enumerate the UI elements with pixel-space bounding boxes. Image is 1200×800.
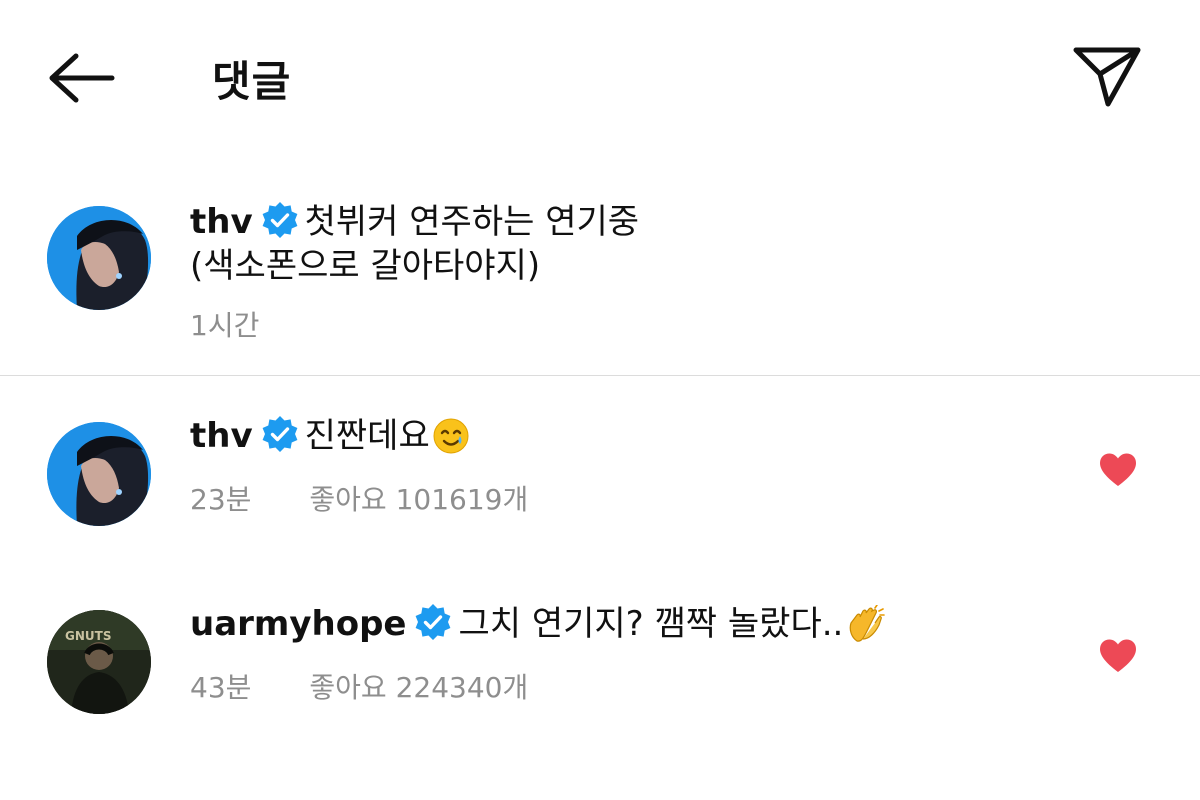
comment-time: 23분 bbox=[190, 483, 252, 516]
caption-line-2: (색소폰으로 갈아타야지) bbox=[190, 246, 541, 286]
verified-badge-icon bbox=[261, 415, 299, 453]
heart-icon bbox=[1100, 453, 1136, 486]
avatar[interactable] bbox=[47, 206, 151, 310]
verified-badge-icon bbox=[261, 201, 299, 239]
post-caption: thv 첫뷔커 연주하는 연기중 (색소폰으로 갈아타야지) 1시간 bbox=[0, 190, 1200, 376]
smiling-face-with-tear-icon bbox=[432, 417, 470, 466]
divider bbox=[0, 375, 1200, 376]
like-count[interactable]: 좋아요 224340개 bbox=[309, 671, 528, 704]
clapping-hands-icon bbox=[845, 604, 886, 654]
comment-meta: 43분 좋아요 224340개 bbox=[190, 666, 528, 706]
paper-plane-icon bbox=[1073, 47, 1141, 107]
like-count[interactable]: 좋아요 101619개 bbox=[309, 483, 528, 516]
like-button[interactable] bbox=[1098, 638, 1138, 674]
profile-photo bbox=[47, 206, 151, 310]
comment-time: 43분 bbox=[190, 671, 252, 704]
comment-item: thv 진짠데요 23분 좋아요 101619개 bbox=[0, 404, 1200, 554]
back-button[interactable] bbox=[46, 50, 116, 106]
comment-item: GNUTS uarmyhope 그치 연기지? 깸짝 놀랐다.. 43분 좋아요 2… bbox=[0, 592, 1200, 742]
username[interactable]: thv bbox=[190, 416, 253, 456]
verified-badge-icon bbox=[414, 603, 452, 641]
arrow-left-icon bbox=[49, 53, 115, 103]
caption-line-1: thv 첫뷔커 연주하는 연기중 bbox=[190, 200, 639, 244]
avatar[interactable]: GNUTS bbox=[47, 610, 151, 714]
username[interactable]: uarmyhope bbox=[190, 604, 406, 644]
comment-line: thv 진짠데요 bbox=[190, 414, 470, 466]
avatar[interactable] bbox=[47, 422, 151, 526]
comment-text: 그치 연기지? 깸짝 놀랐다.. bbox=[458, 604, 844, 644]
comment-text: 진짠데요 bbox=[304, 416, 430, 456]
like-button[interactable] bbox=[1098, 452, 1138, 488]
heart-icon bbox=[1100, 639, 1136, 672]
comment-meta: 23분 좋아요 101619개 bbox=[190, 478, 528, 518]
svg-text:GNUTS: GNUTS bbox=[65, 629, 111, 643]
profile-photo bbox=[47, 422, 151, 526]
profile-photo: GNUTS bbox=[47, 610, 151, 714]
username[interactable]: thv bbox=[190, 202, 253, 242]
caption-text: 첫뷔커 연주하는 연기중 bbox=[304, 202, 640, 242]
share-button[interactable] bbox=[1072, 44, 1142, 108]
page-title: 댓글 bbox=[212, 57, 292, 106]
caption-time: 1시간 bbox=[190, 309, 260, 342]
comment-line: uarmyhope 그치 연기지? 깸짝 놀랐다.. bbox=[190, 602, 886, 654]
top-app-bar: 댓글 bbox=[0, 0, 1200, 150]
